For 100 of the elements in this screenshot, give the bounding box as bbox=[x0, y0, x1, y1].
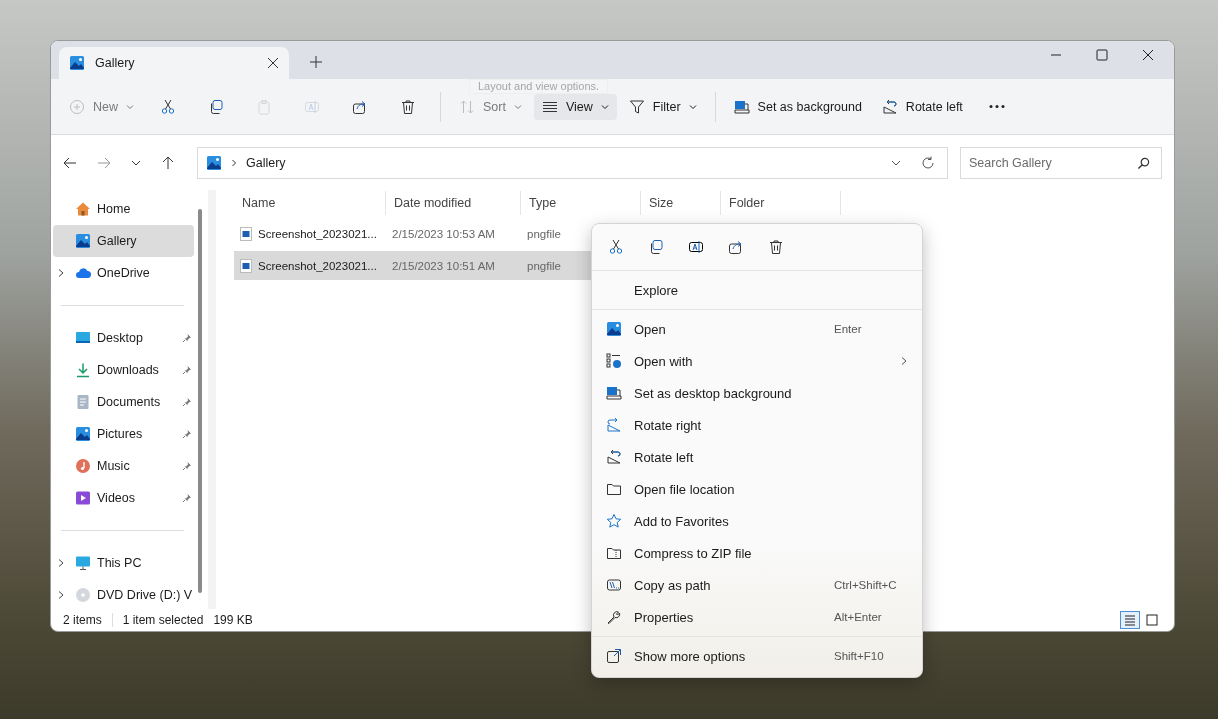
background-button[interactable]: Set as background bbox=[725, 93, 870, 120]
address-bar[interactable]: Gallery bbox=[197, 146, 948, 179]
column-header[interactable]: Name bbox=[234, 191, 386, 215]
sidebar-item[interactable]: Pictures bbox=[53, 418, 194, 450]
view-button[interactable]: View bbox=[533, 93, 617, 120]
rotate-left-button[interactable]: Rotate left bbox=[873, 93, 971, 120]
home-icon bbox=[75, 201, 91, 217]
menu-item[interactable]: Copy as path Ctrl+Shift+C bbox=[596, 569, 918, 601]
sidebar-item[interactable]: This PC bbox=[53, 547, 194, 579]
rename-icon bbox=[688, 239, 704, 255]
file-name: Screenshot_2023021... bbox=[258, 259, 377, 272]
menu-item[interactable]: Show more options Shift+F10 bbox=[596, 640, 918, 672]
picture-icon bbox=[206, 154, 222, 171]
plus-circle-icon bbox=[69, 98, 85, 115]
paste-icon bbox=[256, 98, 272, 115]
search-icon bbox=[1137, 156, 1150, 170]
item-count: 2 items bbox=[63, 613, 102, 627]
share-icon bbox=[352, 98, 368, 115]
sidebar-item[interactable]: Documents bbox=[53, 386, 194, 418]
music-icon bbox=[75, 458, 91, 474]
close-icon[interactable] bbox=[1142, 49, 1154, 61]
picture-monitor-icon bbox=[606, 385, 622, 401]
monitor-icon bbox=[75, 555, 91, 571]
menu-item[interactable]: Set as desktop background bbox=[596, 377, 918, 409]
back-icon[interactable] bbox=[63, 155, 77, 170]
tooltip: Layout and view options. bbox=[469, 79, 609, 94]
share-icon bbox=[728, 239, 744, 255]
sidebar-item[interactable]: Gallery bbox=[53, 225, 194, 257]
picture-icon bbox=[75, 233, 91, 249]
star-icon bbox=[606, 513, 622, 529]
tab[interactable]: Gallery bbox=[59, 47, 289, 79]
menu-item[interactable]: Open file location bbox=[596, 473, 918, 505]
desktop-icon bbox=[75, 330, 91, 346]
sidebar-item[interactable]: DVD Drive (D:) V bbox=[53, 579, 194, 611]
picture-monitor-icon bbox=[733, 98, 750, 115]
square-icon bbox=[1146, 614, 1158, 626]
copy-icon bbox=[648, 239, 664, 255]
cut-icon bbox=[608, 239, 624, 255]
sidebar-item[interactable]: Videos bbox=[53, 482, 194, 514]
file-name: Screenshot_2023021... bbox=[258, 227, 377, 240]
chevron-right-icon bbox=[230, 158, 238, 167]
delete-icon bbox=[400, 98, 416, 115]
refresh-icon[interactable] bbox=[921, 155, 935, 170]
menu-item[interactable]: Open with bbox=[596, 345, 918, 377]
video-icon bbox=[75, 490, 91, 506]
filter-icon bbox=[628, 98, 645, 115]
delete-icon bbox=[768, 239, 784, 255]
date-cell-text: 2/15/2023 10:53 AM bbox=[391, 227, 496, 240]
up-icon[interactable] bbox=[161, 155, 175, 170]
sidebar-item[interactable]: Home bbox=[53, 193, 194, 225]
menu-item[interactable]: Compress to ZIP file bbox=[596, 537, 918, 569]
sidebar-item[interactable]: OneDrive bbox=[53, 257, 194, 289]
cut-icon bbox=[160, 98, 176, 115]
menu-item[interactable]: Open Enter bbox=[596, 313, 918, 345]
copy-icon bbox=[208, 98, 224, 115]
rotate-left-icon bbox=[606, 449, 622, 465]
image-file-icon bbox=[240, 258, 252, 273]
menu-item[interactable]: Properties Alt+Enter bbox=[596, 601, 918, 633]
open-with-icon bbox=[606, 353, 622, 369]
column-header[interactable]: Folder bbox=[721, 191, 841, 215]
column-header[interactable]: Date modified bbox=[386, 191, 521, 215]
chevron-right-icon[interactable] bbox=[57, 268, 65, 278]
column-header[interactable]: Type bbox=[521, 191, 641, 215]
folder-icon bbox=[606, 481, 622, 497]
selection-info: 1 item selected bbox=[122, 613, 204, 627]
path-icon bbox=[606, 577, 622, 593]
download-icon bbox=[75, 362, 91, 378]
search-field[interactable]: Search Gallery bbox=[960, 146, 1162, 179]
menu-item[interactable]: Rotate left bbox=[596, 441, 918, 473]
sidebar-item[interactable]: Desktop bbox=[53, 322, 194, 354]
picture-icon bbox=[606, 321, 622, 337]
filter-button[interactable]: Filter bbox=[620, 93, 705, 120]
more-icon bbox=[988, 105, 1005, 108]
chevron-right-icon[interactable] bbox=[57, 558, 65, 568]
column-header[interactable]: Size bbox=[641, 191, 721, 215]
picture-icon bbox=[69, 55, 85, 71]
sidebar-item[interactable]: Music bbox=[53, 450, 194, 482]
rotate-left-icon bbox=[881, 98, 898, 115]
image-file-icon bbox=[240, 226, 252, 241]
picture-icon bbox=[75, 426, 91, 442]
menu-item[interactable]: Rotate right bbox=[596, 409, 918, 441]
rotate-right-icon bbox=[606, 417, 622, 433]
new-tab-icon[interactable] bbox=[309, 55, 323, 69]
type-cell-text: pngfile bbox=[526, 227, 561, 240]
chevron-right-icon[interactable] bbox=[57, 590, 65, 600]
close-icon[interactable] bbox=[267, 57, 279, 69]
forward-icon[interactable] bbox=[97, 155, 111, 170]
menu-item[interactable]: Add to Favorites bbox=[596, 505, 918, 537]
document-icon bbox=[75, 394, 91, 410]
maximize-icon[interactable] bbox=[1096, 49, 1108, 61]
zip-folder-icon bbox=[606, 545, 622, 561]
expand-icon bbox=[606, 648, 622, 664]
sidebar-item[interactable]: Downloads bbox=[53, 354, 194, 386]
cloud-icon bbox=[75, 265, 91, 281]
details-view-button[interactable] bbox=[1120, 611, 1140, 629]
list-icon bbox=[1124, 614, 1136, 626]
sort-icon bbox=[459, 98, 475, 115]
type-cell-text: pngfile bbox=[526, 259, 561, 272]
scrollbar[interactable] bbox=[198, 209, 202, 593]
rename-icon bbox=[304, 98, 320, 115]
